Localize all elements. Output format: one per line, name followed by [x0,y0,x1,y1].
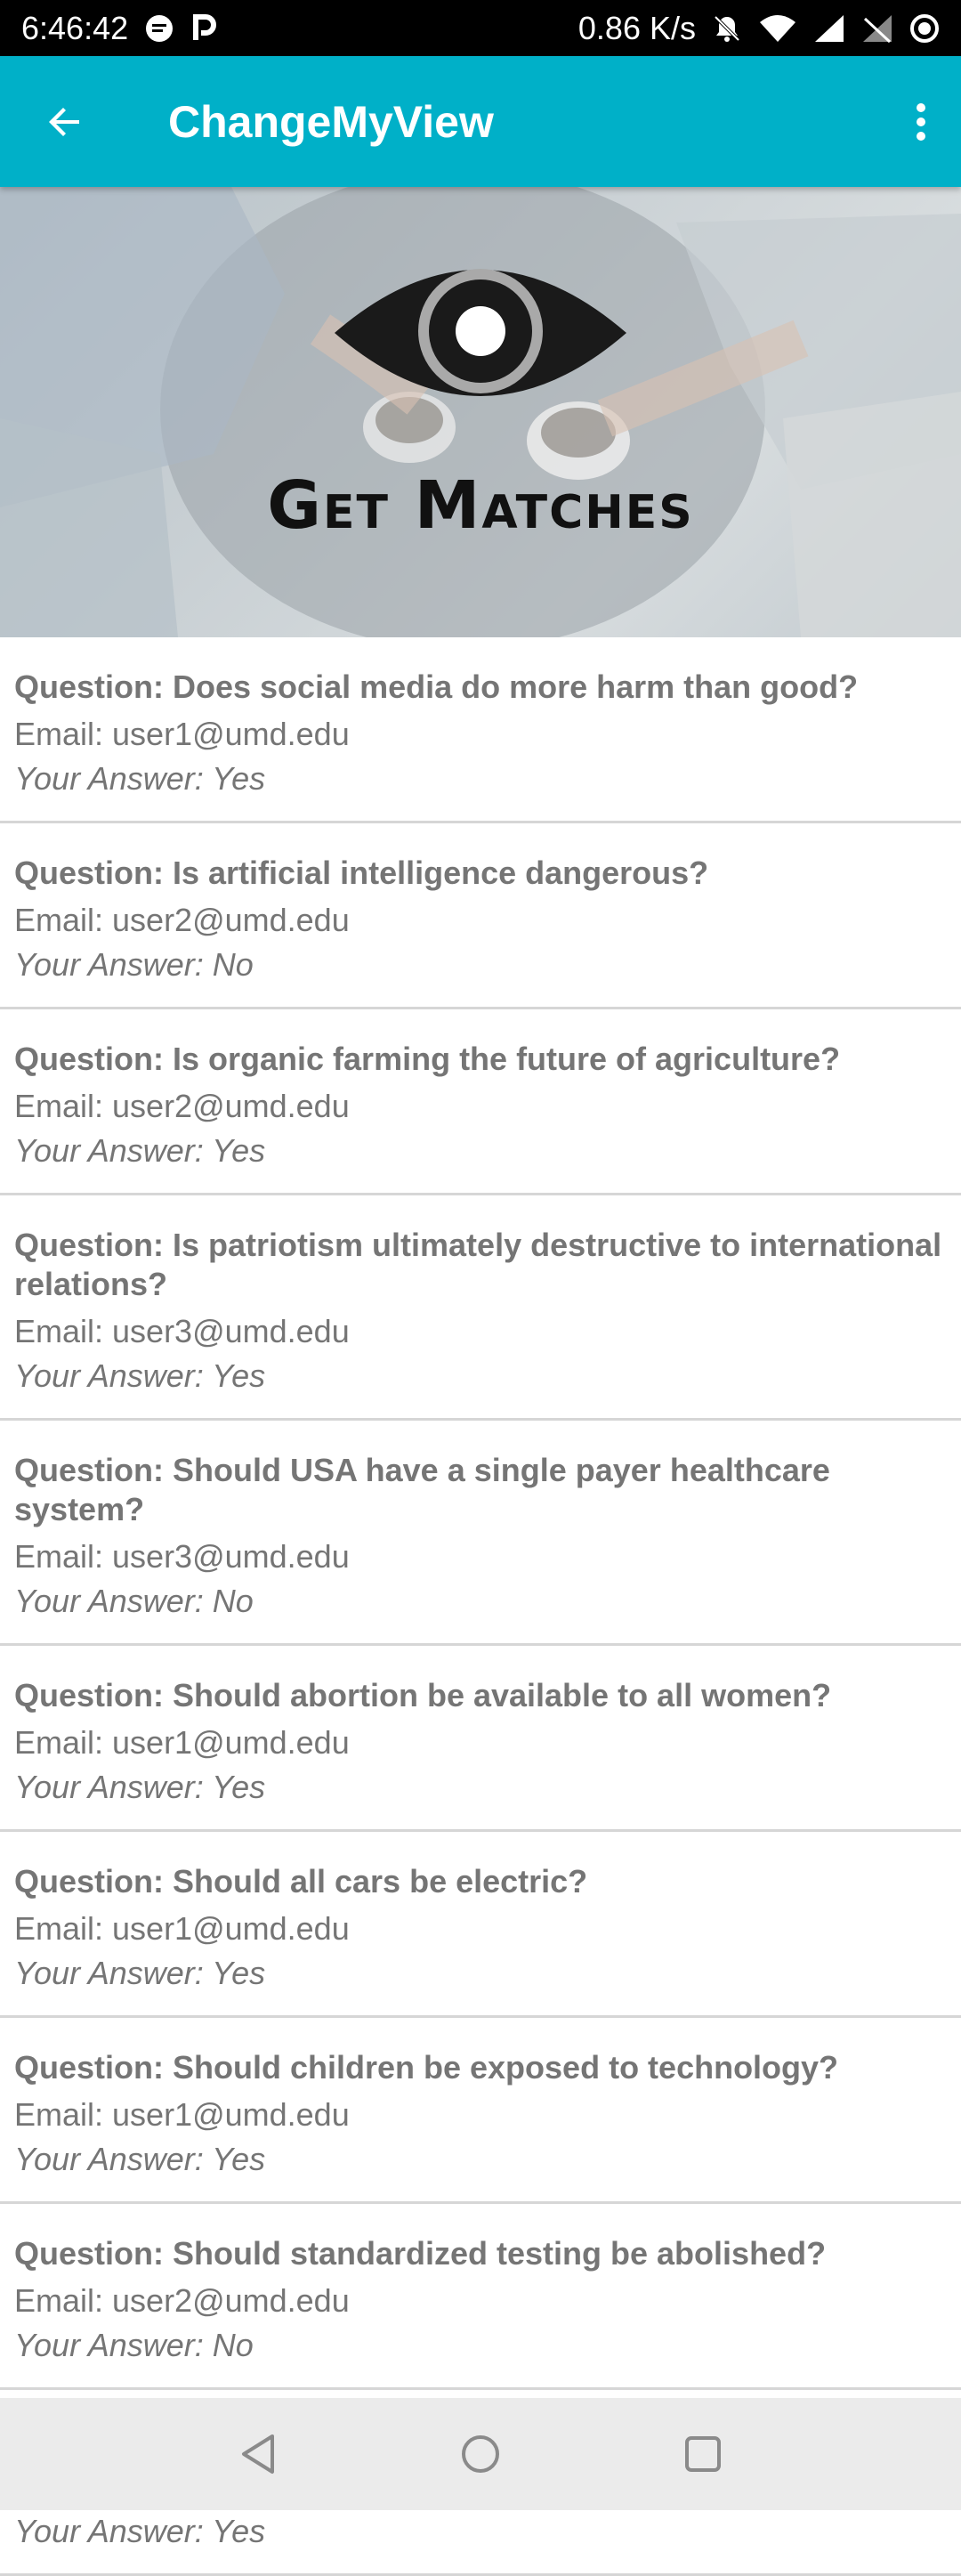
match-question: Question: Should children be exposed to … [14,2049,839,2086]
list-item[interactable]: Question: Should USA have a single payer… [0,1421,961,1646]
list-item[interactable]: Question: Is artificial intelligence dan… [0,823,961,1009]
nav-back-icon [242,2434,274,2474]
list-item[interactable]: Question: Is patriotism ultimately destr… [0,1195,961,1421]
list-item[interactable]: Question: Is organic farming the future … [0,1009,961,1195]
no-sim-icon [861,13,893,44]
list-item[interactable]: Question: Should abortion be available t… [0,1646,961,1832]
match-answer: Your Answer: No [14,946,254,983]
status-bar: 6:46:42 0.86 K/s [0,0,961,56]
match-email: Email: user3@umd.edu [14,1313,350,1349]
banner-title: Get Matches [267,467,694,544]
match-answer: Your Answer: Yes [14,2141,266,2177]
nav-recents-button[interactable] [654,2405,752,2503]
signal-icon [813,13,845,44]
wifi-icon [758,13,797,44]
record-icon [909,13,940,44]
bell-muted-icon [712,13,742,44]
match-answer: Your Answer: Yes [14,1955,266,1991]
match-question: Question: Is artificial intelligence dan… [14,855,709,891]
match-question: Question: Should all cars be electric? [14,1863,588,1900]
nav-recents-icon [685,2436,721,2472]
match-answer: Your Answer: Yes [14,1769,266,1805]
arrow-back-icon [49,107,79,136]
match-email: Email: user2@umd.edu [14,1088,350,1124]
match-email: Email: user2@umd.edu [14,902,350,938]
match-answer: Your Answer: Yes [14,760,266,797]
nav-back-button[interactable] [209,2405,307,2503]
match-question: Question: Is organic farming the future … [14,1041,841,1077]
status-right: 0.86 K/s [578,10,940,47]
overflow-menu-button[interactable] [881,56,961,187]
header-banner: Get Matches [0,187,961,637]
match-question: Question: Should standardized testing be… [14,2235,827,2272]
match-question: Question: Should USA have a single payer… [14,1452,830,1527]
match-email: Email: user3@umd.edu [14,1538,350,1575]
nav-home-button[interactable] [432,2405,529,2503]
net-speed: 0.86 K/s [577,9,696,46]
back-button[interactable] [0,56,130,187]
chat-bubble-icon [144,13,174,44]
match-email: Email: user1@umd.edu [14,1910,350,1947]
nav-home-icon [462,2435,499,2473]
list-item[interactable]: Question: Should children be exposed to … [0,2018,961,2204]
match-email: Email: user2@umd.edu [14,2282,350,2319]
match-question: Question: Should abortion be available t… [14,1677,832,1713]
system-nav-bar [0,2398,961,2510]
match-question: Question: Does social media do more harm… [14,668,859,705]
match-answer: Your Answer: Yes [14,1357,266,1394]
match-email: Email: user1@umd.edu [14,2096,350,2133]
match-email: Email: user1@umd.edu [14,1724,350,1761]
more-vert-icon [917,102,925,141]
eye-icon [335,269,626,396]
list-item[interactable]: Question: Should all cars be electric? Em… [0,1832,961,2018]
match-list[interactable]: Question: Does social media do more harm… [0,637,961,2576]
match-answer: Your Answer: No [14,2327,254,2363]
app-title: ChangeMyView [168,96,494,147]
status-time: 6:46:42 [21,9,129,46]
status-left: 6:46:42 [21,10,217,47]
match-answer: Your Answer: No [14,1583,254,1619]
match-email: Email: user1@umd.edu [14,716,350,752]
match-question: Question: Is patriotism ultimately destr… [14,1227,942,1302]
list-item[interactable]: Question: Does social media do more harm… [0,637,961,823]
match-answer: Your Answer: Yes [14,2513,266,2549]
list-item[interactable]: Question: Should standardized testing be… [0,2204,961,2390]
app-bar: ChangeMyView [0,56,961,187]
match-answer: Your Answer: Yes [14,1132,266,1169]
p-app-icon [190,13,217,44]
